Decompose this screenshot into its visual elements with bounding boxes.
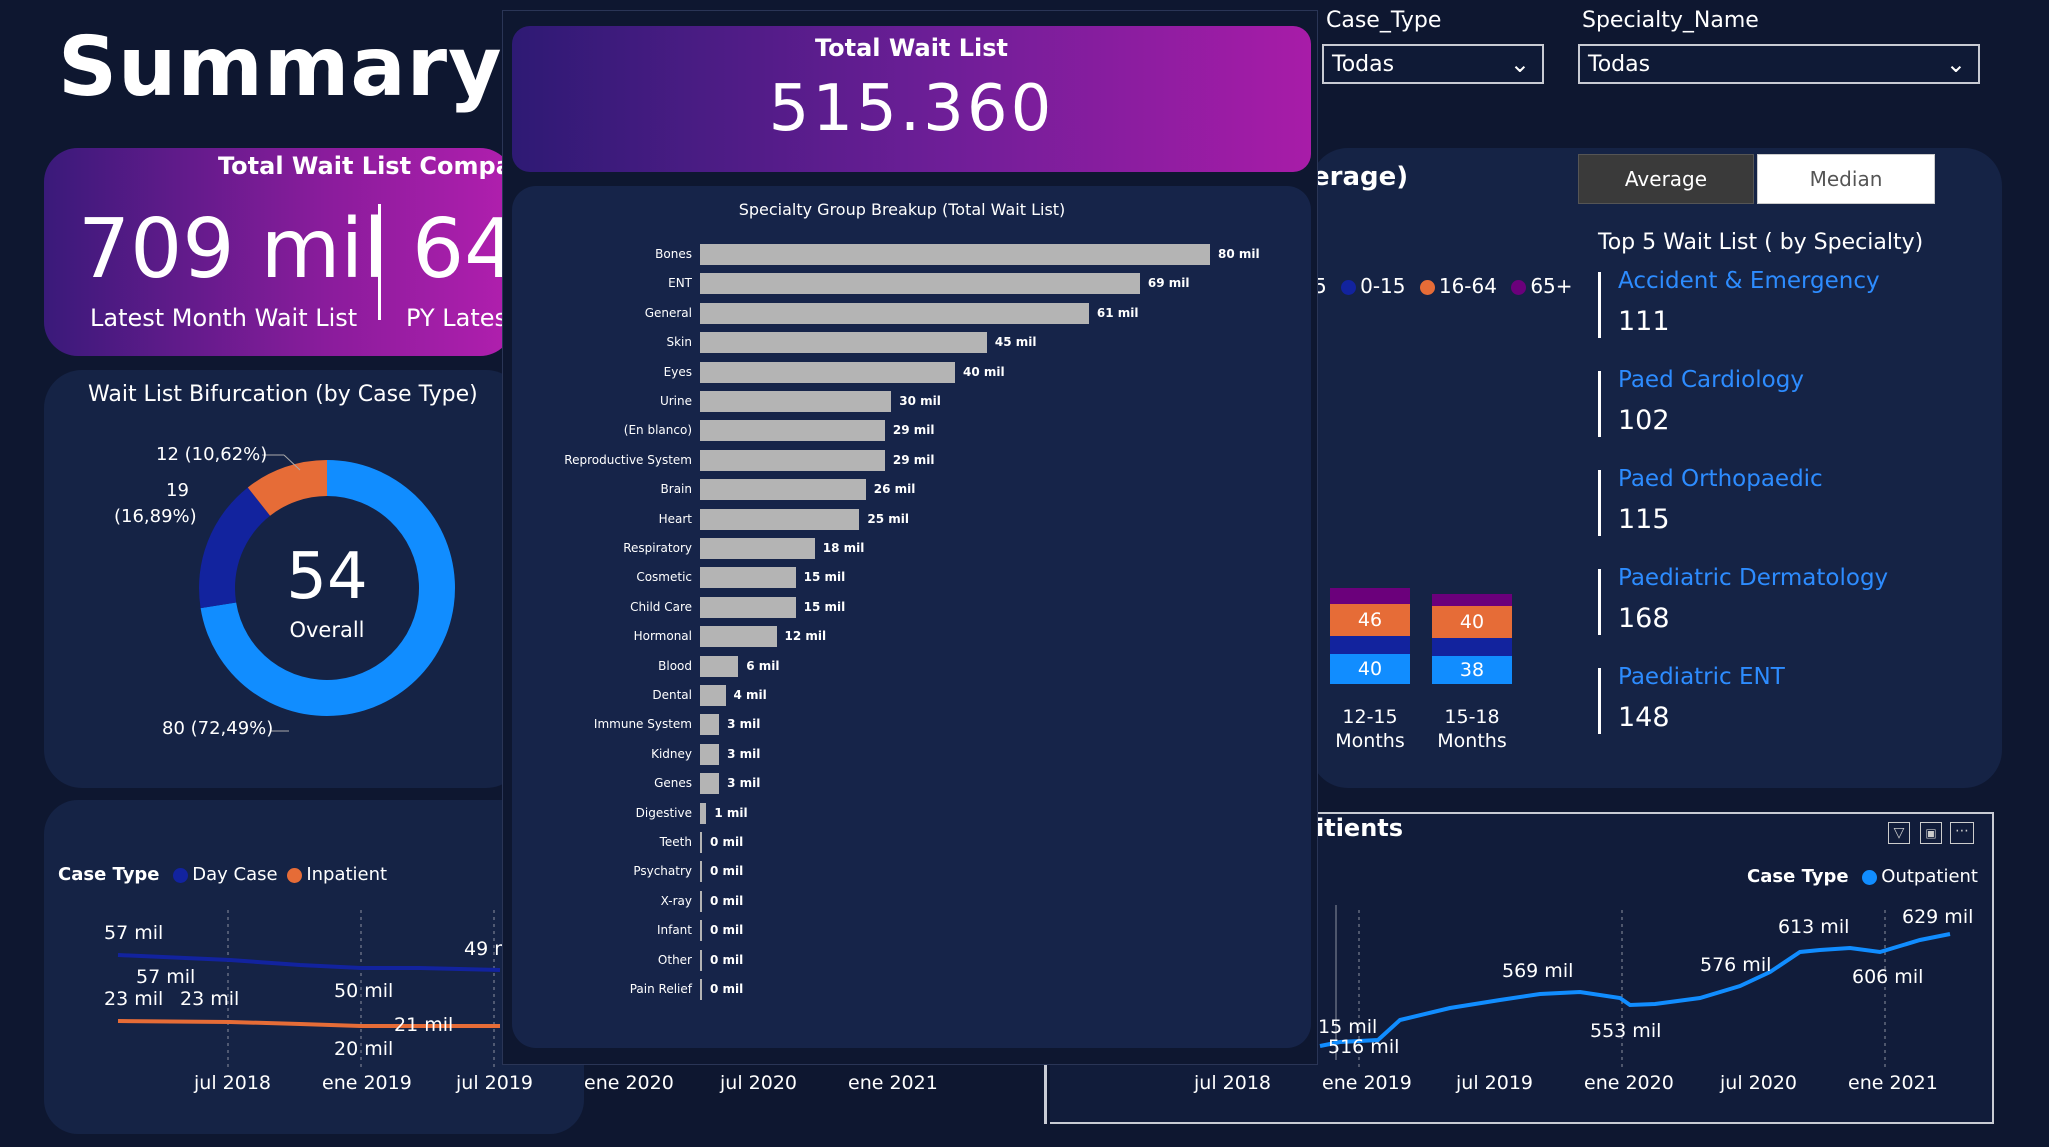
bar-value-label: 1 mil (714, 805, 748, 820)
right-x-tick: ene 2019 (1322, 1072, 1412, 1094)
right-x-tick: ene 2021 (1848, 1072, 1938, 1094)
bar-genes[interactable] (700, 773, 720, 795)
bar-category-label: Psychatry (633, 864, 692, 879)
bar-value-label: 0 mil (710, 982, 744, 996)
right-line-label: 629 mil (1902, 906, 1974, 928)
right-line-label: 553 mil (1590, 1020, 1662, 1042)
bar-value-label: 18 mil (822, 541, 865, 555)
total-wait-list-card: Total Wait List 515.360 (512, 26, 1311, 172)
bar-category-label: Child Care (630, 599, 692, 614)
right-line-label: 613 mil (1778, 916, 1850, 938)
bar-other[interactable] (700, 949, 702, 971)
bar-immune-system[interactable] (700, 714, 720, 736)
bar-value-label: 69 mil (1147, 276, 1190, 291)
bar-value-label: 29 mil (892, 423, 935, 438)
right-line-label: 606 mil (1852, 966, 1924, 988)
bar--en-blanco-[interactable] (700, 420, 885, 442)
right-x-tick: ene 2020 (1584, 1072, 1674, 1094)
bar-bones[interactable] (700, 244, 1210, 265)
bar-psychatry[interactable] (700, 861, 702, 883)
bar-value-label: 15 mil (803, 570, 846, 585)
bar-blood[interactable] (700, 655, 739, 677)
right-x-tick: jul 2019 (1456, 1072, 1533, 1094)
bar-skin[interactable] (700, 332, 987, 354)
bar-value-label: 3 mil (727, 776, 761, 791)
bar-eyes[interactable] (700, 361, 955, 383)
specialty-bar-chart-panel: Specialty Group Breakup (Total Wait List… (512, 186, 1311, 1048)
bar-value-label: 3 mil (727, 746, 761, 761)
bar-value-label: 6 mil (746, 658, 780, 673)
bar-ent[interactable] (700, 273, 1140, 295)
bar-value-label: 29 mil (892, 452, 935, 467)
bar-urine[interactable] (700, 391, 892, 412)
bar-value-label: 61 mil (1096, 305, 1139, 320)
bar-category-label: Dental (652, 688, 692, 702)
right-x-tick: jul 2020 (1720, 1072, 1797, 1094)
bar-category-label: Bones (655, 247, 692, 261)
bar-category-label: Heart (658, 511, 692, 526)
total-wait-value: 515.360 (768, 72, 1055, 146)
bar-category-label: Skin (666, 335, 692, 350)
bar-category-label: Digestive (635, 805, 692, 820)
bar-category-label: Other (657, 952, 692, 967)
bar-general[interactable] (700, 302, 1089, 324)
bar-teeth[interactable] (700, 832, 702, 853)
bar-category-label: ENT (668, 276, 692, 291)
bar-value-label: 4 mil (733, 688, 767, 702)
bar-value-label: 30 mil (899, 394, 941, 408)
bar-hormonal[interactable] (700, 626, 777, 648)
bar-value-label: 15 mil (803, 599, 846, 614)
right-line-label: 15 mil (1318, 1016, 1378, 1038)
bar-category-label: X-ray (660, 893, 692, 908)
bar-chart-title: Specialty Group Breakup (Total Wait List… (738, 200, 1066, 219)
bar-category-label: Brain (660, 482, 692, 497)
bar-reproductive-system[interactable] (700, 449, 885, 471)
bar-category-label: Hormonal (633, 629, 692, 644)
bar-category-label: Pain Relief (629, 982, 692, 996)
bar-value-label: 12 mil (784, 629, 827, 644)
bar-category-label: (En blanco) (623, 423, 692, 438)
bar-value-label: 45 mil (994, 335, 1037, 350)
bar-child-care[interactable] (700, 596, 796, 618)
bar-category-label: Cosmetic (636, 570, 692, 585)
bar-value-label: 3 mil (727, 717, 761, 732)
right-line-label: 576 mil (1700, 954, 1772, 976)
bar-value-label: 25 mil (867, 511, 909, 526)
bar-category-label: Genes (654, 776, 692, 791)
bar-infant[interactable] (700, 920, 702, 942)
bar-value-label: 0 mil (710, 923, 744, 938)
bar-value-label: 80 mil (1218, 247, 1260, 261)
bar-respiratory[interactable] (700, 538, 815, 559)
bar-cosmetic[interactable] (700, 567, 796, 589)
bar-value-label: 0 mil (710, 864, 744, 879)
bar-category-label: Reproductive System (564, 452, 692, 467)
bar-category-label: Infant (656, 923, 692, 938)
bar-category-label: Eyes (663, 364, 692, 379)
bar-digestive[interactable] (700, 802, 707, 824)
bar-category-label: General (644, 305, 692, 320)
bar-value-label: 0 mil (710, 893, 744, 908)
bar-category-label: Urine (659, 394, 692, 408)
right-line-label: 516 mil (1328, 1036, 1400, 1058)
bar-category-label: Kidney (651, 746, 692, 761)
bar-value-label: 26 mil (873, 482, 916, 497)
right-line-label: 569 mil (1502, 960, 1574, 982)
bar-brain[interactable] (700, 479, 866, 501)
bar-dental[interactable] (700, 685, 726, 706)
bar-value-label: 0 mil (710, 952, 744, 967)
bar-category-label: Teeth (659, 835, 692, 849)
bar-category-label: Immune System (593, 717, 692, 732)
bar-heart[interactable] (700, 508, 860, 530)
bar-category-label: Respiratory (623, 541, 692, 555)
bar-x-ray[interactable] (700, 890, 702, 912)
bar-pain-relief[interactable] (700, 979, 702, 1000)
bar-kidney[interactable] (700, 743, 720, 765)
right-x-tick: jul 2018 (1194, 1072, 1271, 1094)
bar-value-label: 0 mil (710, 835, 744, 849)
total-wait-title: Total Wait List (814, 34, 1009, 62)
bar-value-label: 40 mil (963, 364, 1005, 379)
bar-category-label: Blood (658, 658, 692, 673)
